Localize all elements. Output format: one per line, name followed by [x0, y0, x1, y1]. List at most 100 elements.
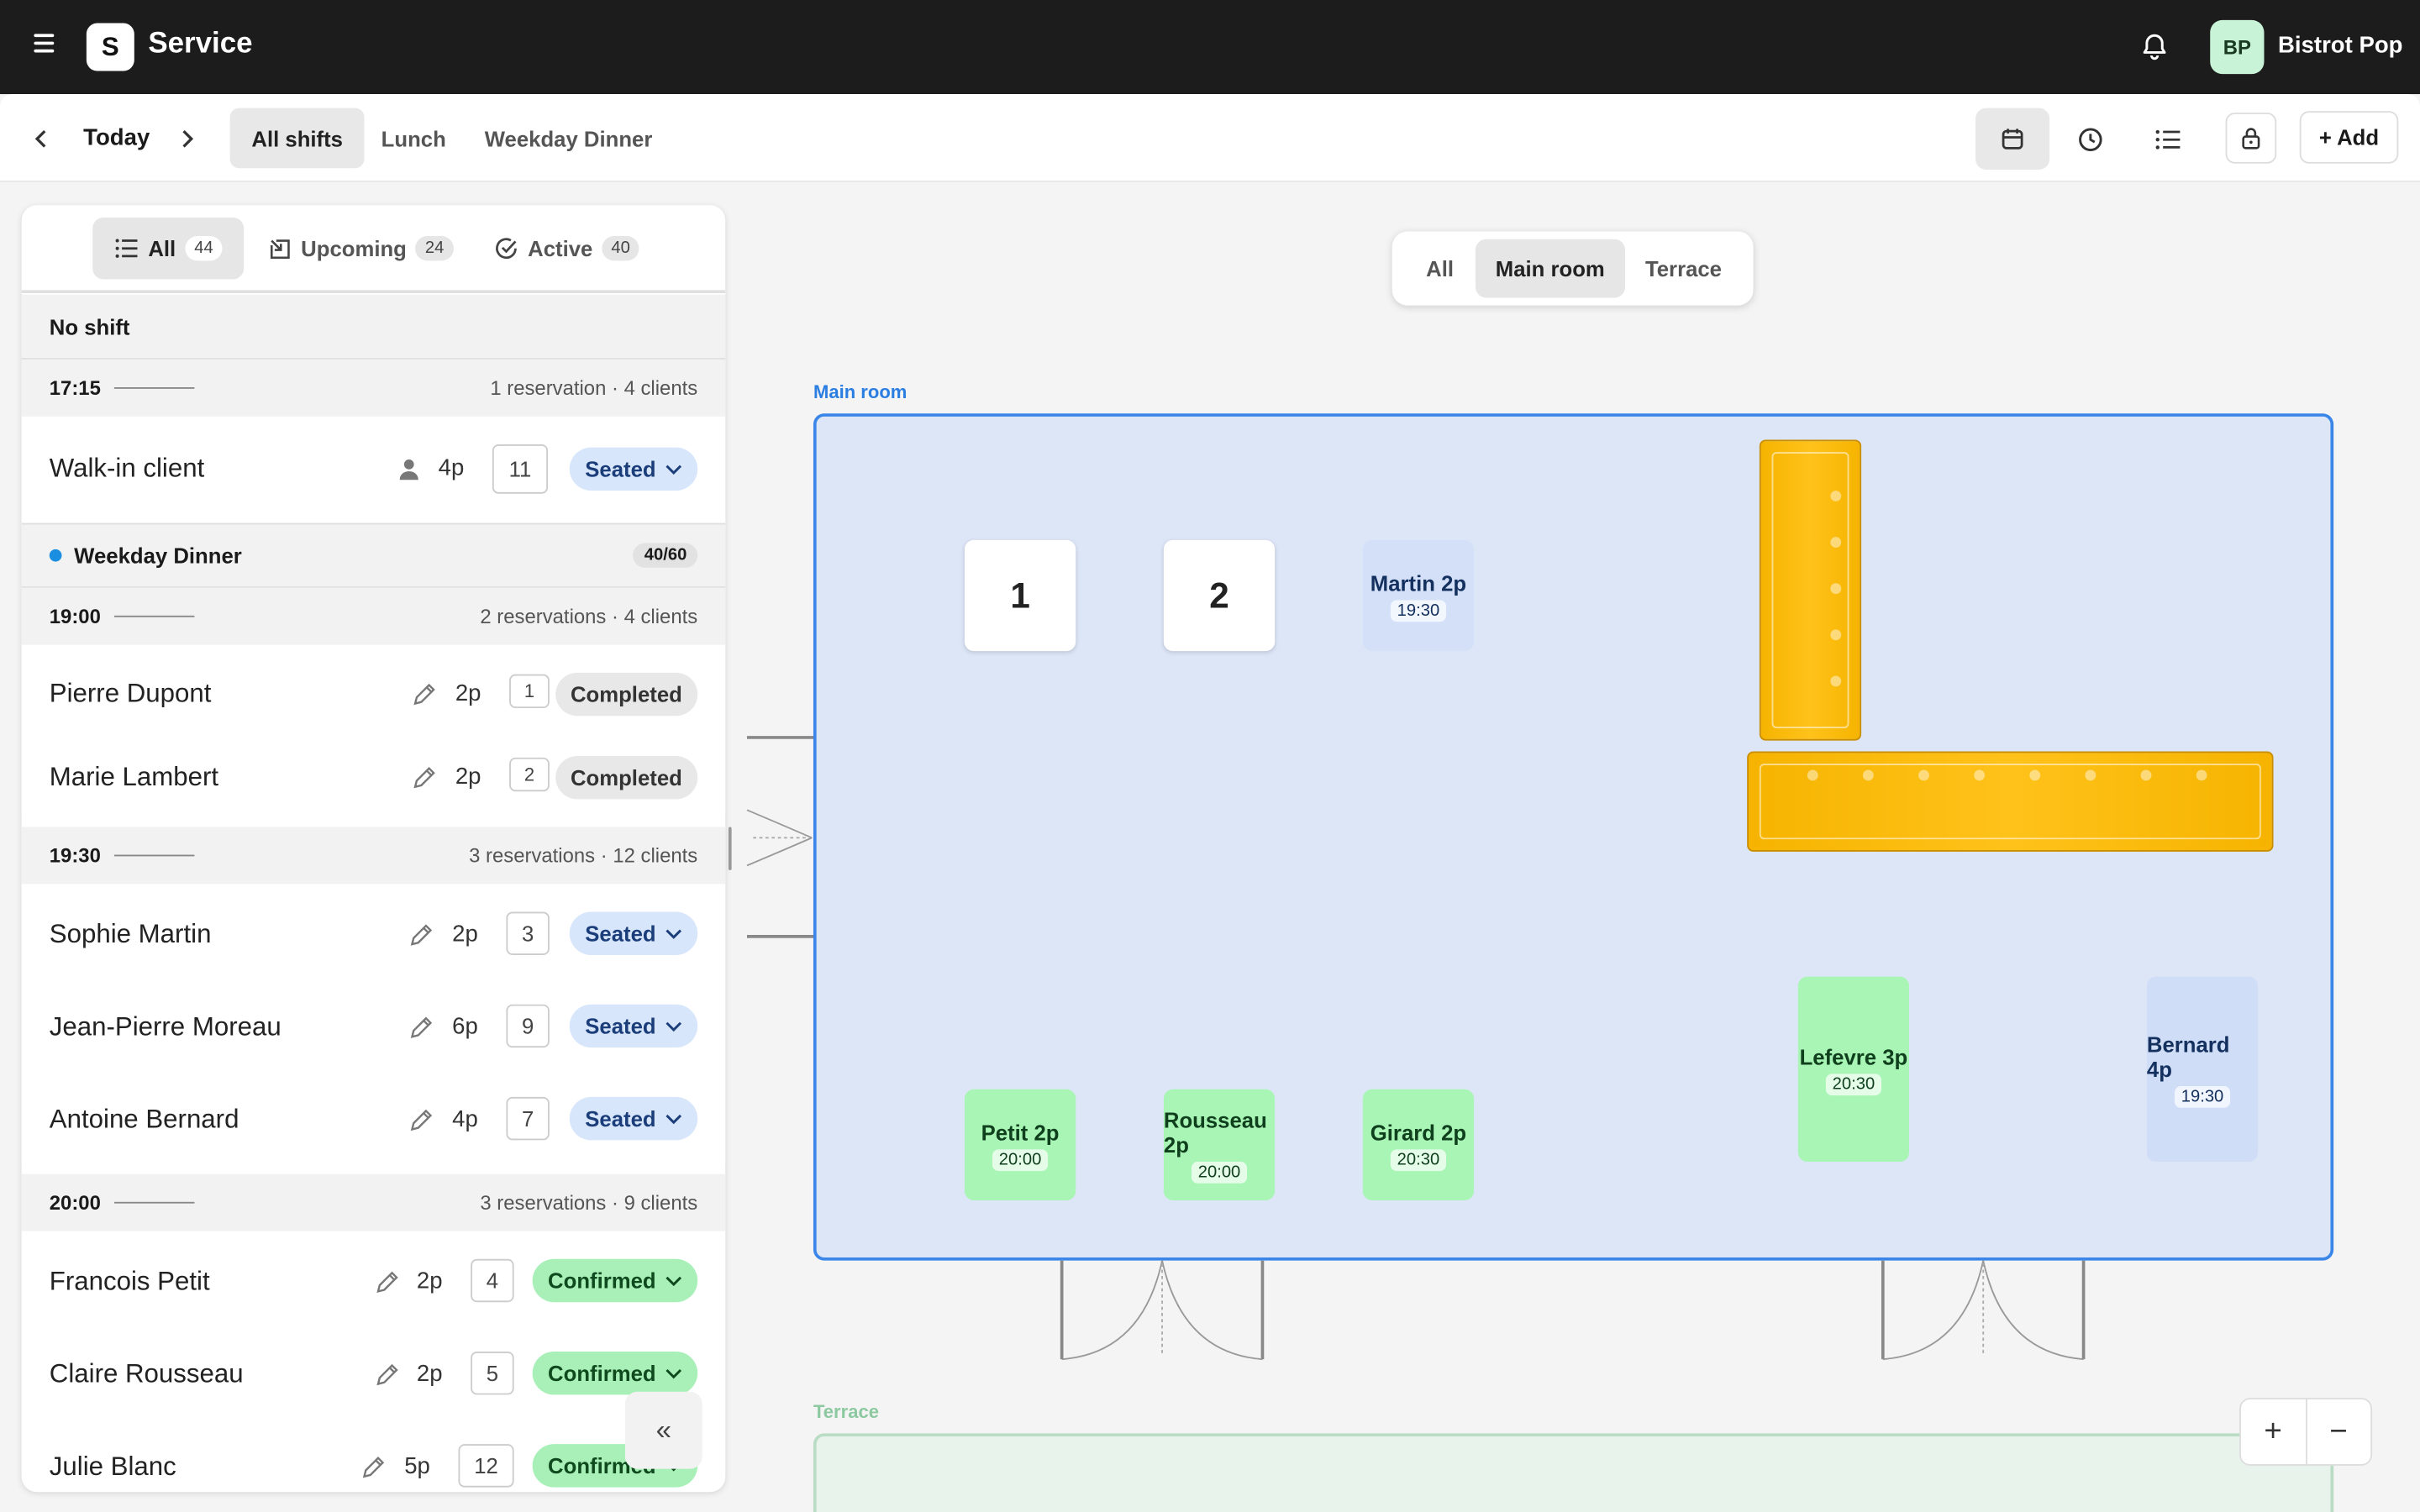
shift-tab-weekday-dinner[interactable]: Weekday Dinner [463, 108, 674, 169]
menu-icon[interactable] [34, 34, 58, 58]
table-time: 20:00 [1192, 1161, 1247, 1183]
reservation-name: Jean-Pierre Moreau [49, 1011, 281, 1042]
table-petit[interactable]: Petit 2p 20:00 [964, 1078, 1076, 1211]
table-guest-label: Girard 2p [1370, 1119, 1467, 1144]
table-2[interactable]: 2 [1163, 529, 1276, 662]
next-day-icon[interactable] [177, 128, 196, 150]
clock-icon [2078, 127, 2102, 151]
restaurant-name[interactable]: Bistrot Pop [2278, 33, 2402, 59]
chair [1397, 640, 1440, 662]
date-label[interactable]: Today [83, 125, 150, 151]
timeline-view-button[interactable] [2053, 108, 2127, 170]
table-number: 7 [506, 1096, 550, 1141]
status-dropdown[interactable]: Seated [569, 1004, 698, 1048]
panel-resize-handle[interactable] [728, 827, 732, 870]
shift-capacity-badge: 40/60 [633, 543, 698, 568]
reservation-row[interactable]: Claire Rousseau 2p 5 Confirmed [21, 1323, 726, 1417]
app-title: Service [148, 28, 253, 60]
table-bernard[interactable]: Bernard 4p 19:30 [2136, 976, 2269, 1163]
table-girard[interactable]: Girard 2p 20:30 [1362, 1078, 1475, 1211]
avatar[interactable]: BP [2210, 19, 2265, 75]
lock-icon [2242, 128, 2260, 150]
bar-stool [2085, 769, 2096, 781]
shift-tab-lunch[interactable]: Lunch [360, 108, 468, 169]
bar-stool [1974, 769, 1986, 781]
entrance-door [746, 736, 815, 938]
shift-group-header[interactable]: Weekday Dinner 40/60 [21, 522, 726, 588]
pencil-icon[interactable] [409, 922, 434, 947]
reservation-name: Claire Rousseau [49, 1359, 244, 1389]
pencil-icon[interactable] [412, 682, 436, 706]
table-rousseau[interactable]: Rousseau 2p 20:00 [1163, 1078, 1276, 1211]
chair [1197, 529, 1241, 551]
party-size: 2p [452, 921, 478, 948]
status-label: Seated [585, 456, 656, 482]
floor-view-button[interactable] [1975, 108, 2050, 171]
filter-all[interactable]: All 44 [92, 217, 245, 280]
status-badge[interactable]: Completed [555, 672, 698, 717]
table-number: 1 [509, 674, 550, 709]
party-size: 2p [455, 680, 481, 707]
pencil-icon[interactable] [375, 1362, 399, 1387]
shift-tab-all[interactable]: All shifts [229, 108, 365, 169]
table-time: 20:30 [1826, 1073, 1881, 1095]
time-slot-header: 19:00 2 reservations · 4 clients [21, 587, 726, 645]
room-filter-all[interactable]: All [1406, 239, 1474, 298]
room-filter-main-room[interactable]: Main room [1475, 239, 1625, 298]
bar-stool [1918, 769, 1929, 781]
table-guest-label: Petit 2p [981, 1119, 1060, 1144]
reservation-row[interactable]: Sophie Martin 2p 3 Seated [21, 884, 726, 977]
chair [1397, 1078, 1440, 1100]
filter-active[interactable]: Active 40 [472, 218, 661, 279]
date-shift-bar: Today All shifts Lunch Weekday Dinner [0, 94, 2420, 182]
pencil-icon[interactable] [412, 765, 436, 790]
filter-upcoming-label: Upcoming [301, 236, 407, 261]
table-guest-label: Rousseau 2p [1163, 1106, 1267, 1157]
reservation-row[interactable]: Walk-in client 4p 11 Seated [21, 416, 726, 523]
status-badge[interactable]: Completed [555, 756, 698, 800]
reservation-row[interactable]: Antoine Bernard 4p 7 Seated [21, 1068, 726, 1163]
status-label: Seated [585, 1013, 656, 1039]
app-root: S Service BP Bistrot Pop Today All shift… [0, 0, 2420, 1512]
pencil-icon[interactable] [375, 1270, 399, 1294]
lock-button[interactable] [2225, 113, 2277, 164]
table-number-label: 1 [1010, 575, 1030, 615]
bar-stool [1830, 537, 1842, 549]
bell-icon[interactable] [2139, 31, 2170, 62]
reservation-name: Walk-in client [49, 454, 205, 483]
reservation-row[interactable]: Marie Lambert 2p 2 Completed [21, 729, 726, 813]
pencil-icon[interactable] [409, 1016, 434, 1040]
bar-stool [1830, 629, 1842, 641]
pencil-icon[interactable] [361, 1455, 386, 1479]
table-1[interactable]: 1 [964, 529, 1076, 662]
reservation-row[interactable]: Julie Blanc 5p 12 Confirmed [21, 1416, 726, 1493]
collapse-panel-button[interactable]: « [624, 1391, 702, 1469]
reservation-row[interactable]: Francois Petit 2p 4 Confirmed [21, 1231, 726, 1324]
time-slot-summary: 3 reservations · 12 clients [469, 843, 698, 868]
time-slot-time: 20:00 [49, 1190, 101, 1215]
table-lefevre[interactable]: Lefevre 3p 20:30 [1786, 976, 1920, 1163]
bar-stool [2196, 769, 2207, 781]
zoom-out-button[interactable]: − [2307, 1399, 2370, 1464]
status-label: Completed [570, 765, 682, 790]
table-martin[interactable]: Martin 2p 19:30 [1362, 529, 1475, 662]
bar-counter-vertical [1759, 439, 1862, 741]
zoom-in-button[interactable]: + [2241, 1399, 2307, 1465]
status-dropdown[interactable]: Seated [569, 1096, 698, 1141]
status-dropdown[interactable]: Confirmed [532, 1351, 698, 1395]
add-button[interactable]: + Add [2299, 111, 2399, 164]
table-number-label: 2 [1209, 575, 1229, 615]
table-time: 19:30 [2175, 1085, 2230, 1107]
pencil-icon[interactable] [409, 1108, 434, 1132]
prev-day-icon[interactable] [33, 128, 51, 150]
status-dropdown[interactable]: Confirmed [532, 1258, 698, 1303]
reservation-row[interactable]: Jean-Pierre Moreau 6p 9 Seated [21, 976, 726, 1069]
bar-stool [1830, 675, 1842, 687]
status-dropdown[interactable]: Seated [569, 911, 698, 955]
reservation-row[interactable]: Pierre Dupont 2p 1 Completed [21, 644, 726, 730]
reservation-name: Marie Lambert [49, 762, 219, 792]
status-dropdown[interactable]: Seated [569, 447, 698, 491]
filter-upcoming[interactable]: Upcoming 24 [247, 218, 475, 279]
room-filter-terrace[interactable]: Terrace [1625, 239, 1742, 298]
list-view-button[interactable] [2130, 108, 2204, 170]
